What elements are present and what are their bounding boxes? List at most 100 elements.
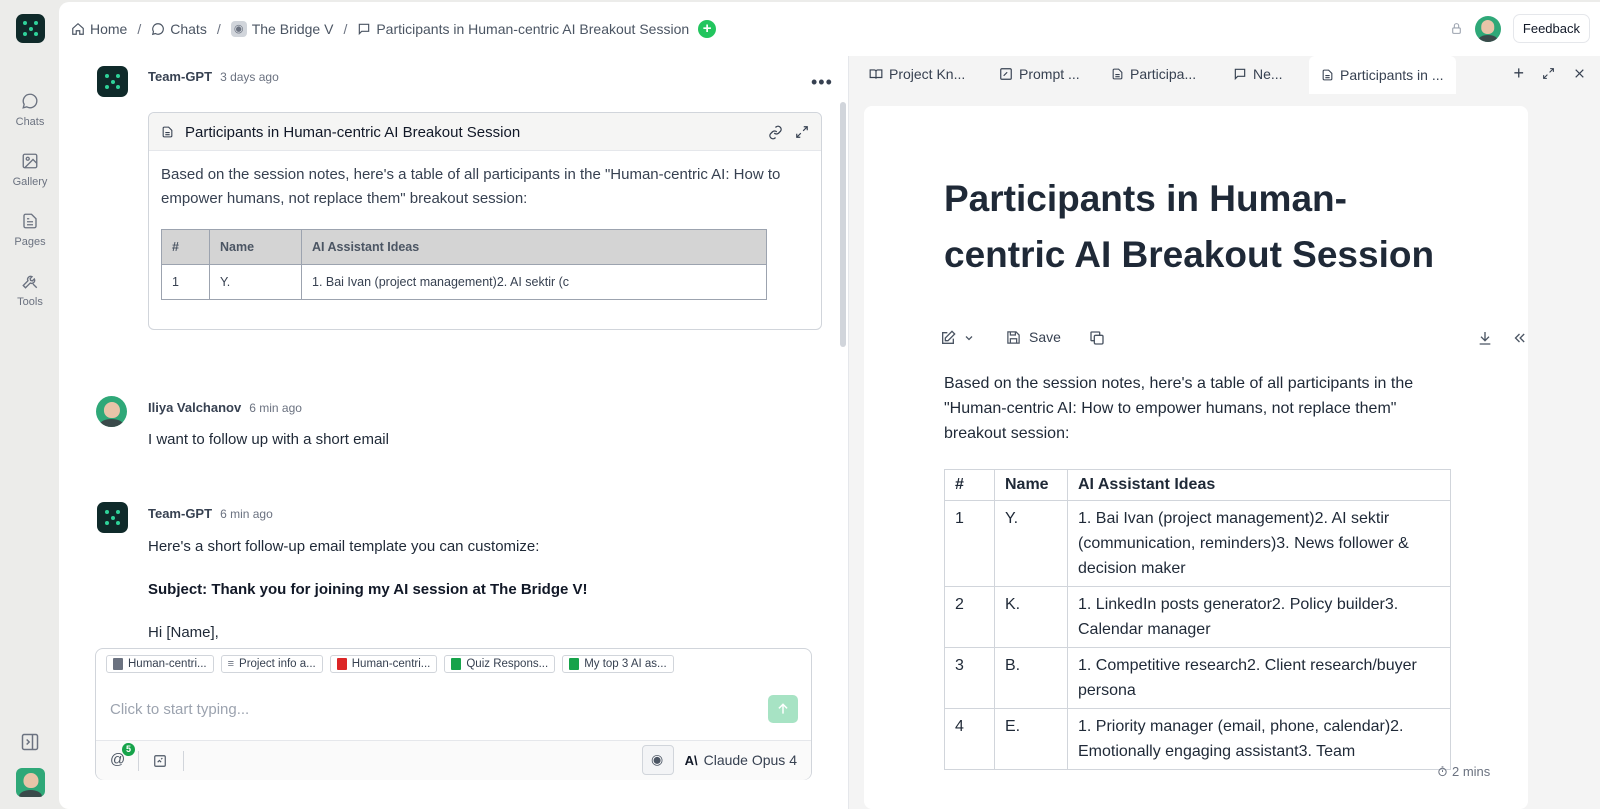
- close-icon[interactable]: [1573, 67, 1586, 80]
- expand-icon[interactable]: [795, 125, 809, 139]
- chat-pane: Team-GPT 3 days ago ••• Participants in H…: [59, 56, 849, 809]
- email-subject: Subject: Thank you for joining my AI ses…: [148, 581, 588, 598]
- context-chip[interactable]: Human-centri...: [329, 655, 438, 673]
- mention-count-badge: 5: [122, 743, 135, 756]
- chevron-down-icon[interactable]: [963, 332, 975, 344]
- download-icon[interactable]: [1477, 330, 1493, 346]
- top-user-avatar[interactable]: [1474, 15, 1501, 42]
- nav-item-label: Chats: [15, 116, 45, 128]
- context-chips: Human-centri... ≡ Project info a... Human…: [106, 655, 674, 673]
- table-header: #: [944, 469, 995, 501]
- edit-icon[interactable]: [940, 330, 956, 346]
- read-time-label: 2 mins: [1452, 764, 1491, 779]
- table-cell: 1. Bai Ivan (project management)2. AI se…: [1067, 500, 1451, 587]
- left-rail: Chats Gallery Pages Tools: [0, 0, 60, 809]
- chat-scrollbar[interactable]: [840, 102, 846, 347]
- pdf-file-icon: [336, 658, 347, 670]
- prompt-icon: [1000, 68, 1012, 80]
- nav-item-gallery[interactable]: Gallery: [0, 152, 60, 188]
- table-row: 2 K. 1. LinkedIn posts generator2. Polic…: [944, 586, 1451, 648]
- table-header: AI Assistant Ideas: [1067, 469, 1451, 501]
- message-author: Team-GPT: [148, 69, 213, 84]
- message-header: Team-GPT 6 min ago: [148, 506, 273, 521]
- table-cell: 1. Priority manager (email, phone, calen…: [1067, 708, 1451, 770]
- save-button[interactable]: Save: [1006, 329, 1061, 345]
- message-text: Here's a short follow-up email template …: [148, 538, 540, 555]
- message-menu-icon[interactable]: •••: [811, 72, 833, 93]
- web-search-toggle[interactable]: ◉: [642, 745, 674, 775]
- expand-icon[interactable]: [1542, 67, 1555, 80]
- lock-icon[interactable]: [1450, 22, 1463, 35]
- divider: [138, 751, 139, 771]
- chip-label: Quiz Respons...: [466, 658, 549, 670]
- message-author: Iliya Valchanov: [148, 400, 242, 415]
- read-time: 2 mins: [1437, 764, 1490, 779]
- send-button[interactable]: [768, 695, 798, 723]
- table-cell: 3: [944, 647, 995, 709]
- message-time: 3 days ago: [220, 70, 279, 84]
- preview-table: # Name AI Assistant Ideas 1 Y. 1. Bai Iv…: [161, 229, 767, 300]
- breadcrumb-space[interactable]: ◉ The Bridge V: [230, 21, 333, 37]
- tab-label: Prompt ...: [1019, 66, 1080, 82]
- tab-participants-1[interactable]: Participa...: [1111, 66, 1196, 82]
- breadcrumb-chats[interactable]: Chats: [151, 21, 207, 37]
- tab-participants-active[interactable]: Participants in ...: [1309, 56, 1456, 94]
- nav-item-chats[interactable]: Chats: [0, 92, 60, 128]
- app-logo-icon[interactable]: [16, 14, 45, 43]
- email-greeting: Hi [Name],: [148, 624, 219, 641]
- page-card-text: Based on the session notes, here's a tab…: [161, 166, 781, 207]
- prompt-icon[interactable]: [153, 754, 167, 768]
- message-input[interactable]: Click to start typing...: [110, 701, 249, 718]
- feedback-button[interactable]: Feedback: [1512, 14, 1590, 43]
- message-header: Iliya Valchanov 6 min ago: [148, 400, 302, 415]
- collapse-left-icon[interactable]: [1511, 330, 1528, 346]
- add-chat-button[interactable]: +: [698, 20, 717, 38]
- page-toolbar: Save: [940, 326, 1528, 350]
- nav-item-label: Gallery: [12, 176, 48, 188]
- main-area: Home / Chats / ◉ The Bridge V / Particip…: [59, 2, 1600, 809]
- breadcrumb: Home / Chats / ◉ The Bridge V / Particip…: [71, 20, 717, 38]
- context-chip[interactable]: Quiz Respons...: [444, 655, 556, 673]
- new-tab-icon[interactable]: +: [1513, 64, 1524, 82]
- image-file-icon: [113, 658, 123, 670]
- model-selector[interactable]: A\ Claude Opus 4: [685, 752, 797, 768]
- tab-new[interactable]: Ne...: [1233, 66, 1283, 82]
- text-lines-icon: ≡: [227, 658, 235, 670]
- nav-item-tools[interactable]: Tools: [0, 272, 60, 308]
- breadcrumb-separator: /: [137, 21, 142, 37]
- table-cell: 1: [944, 500, 995, 587]
- table-cell: 1. Bai Ivan (project management)2. AI se…: [301, 264, 767, 300]
- sidebar-toggle-icon[interactable]: [20, 732, 40, 752]
- user-avatar[interactable]: [16, 768, 45, 797]
- chat-bubble-icon: [22, 93, 38, 109]
- sheet-file-icon: [451, 658, 462, 670]
- table-header: AI Assistant Ideas: [301, 229, 767, 265]
- page-intro-text: Based on the session notes, here's a tab…: [944, 375, 1414, 442]
- team-gpt-avatar: [97, 66, 128, 97]
- team-gpt-avatar: [97, 502, 128, 533]
- page-card[interactable]: Participants in Human-centric AI Breakou…: [148, 112, 822, 330]
- participants-table: # Name AI Assistant Ideas 1 Y. 1. Bai Iv…: [944, 469, 1451, 770]
- page-viewer-pane: Project Kn... Prompt ... Participa... Ne…: [849, 56, 1600, 809]
- tab-prompt[interactable]: Prompt ...: [999, 66, 1080, 82]
- globe-icon: ◉: [230, 21, 247, 37]
- context-chip[interactable]: Human-centri...: [106, 655, 214, 673]
- chip-label: My top 3 AI as...: [584, 658, 667, 670]
- page-tabs: Project Kn... Prompt ... Participa... Ne…: [849, 56, 1600, 94]
- breadcrumb-chat[interactable]: Participants in Human-centric AI Breakou…: [357, 21, 689, 37]
- link-icon[interactable]: [768, 125, 783, 140]
- context-chip[interactable]: ≡ Project info a...: [220, 655, 323, 673]
- page-card-body: Based on the session notes, here's a tab…: [149, 151, 821, 312]
- message-author: Team-GPT: [148, 506, 213, 521]
- table-cell: 1. LinkedIn posts generator2. Policy bui…: [1067, 586, 1451, 648]
- save-icon: [1007, 330, 1020, 344]
- nav-item-pages[interactable]: Pages: [0, 212, 60, 248]
- arrow-up-icon: [778, 703, 788, 714]
- breadcrumb-home[interactable]: Home: [71, 21, 127, 37]
- table-header: #: [161, 229, 210, 265]
- table-row: 3 B. 1. Competitive research2. Client re…: [944, 647, 1451, 709]
- tools-icon: [22, 275, 38, 289]
- tab-project-knowledge[interactable]: Project Kn...: [869, 66, 965, 82]
- context-chip[interactable]: My top 3 AI as...: [562, 655, 674, 673]
- copy-icon[interactable]: [1089, 330, 1105, 346]
